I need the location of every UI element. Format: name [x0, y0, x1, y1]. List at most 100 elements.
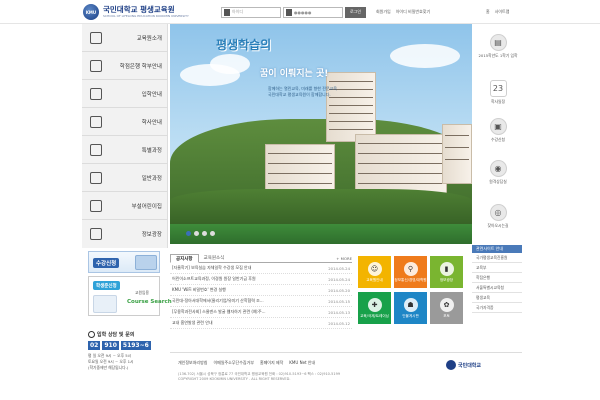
related-site-link[interactable]: 국가자격증: [472, 303, 522, 313]
tower-building: [326, 72, 376, 142]
slide-dot[interactable]: [202, 231, 207, 236]
tab-news[interactable]: 교육원소식: [199, 254, 230, 262]
notice-row[interactable]: [자율학기] 보육실습 자체일학 수강생 모집 안내 2014.05.24: [170, 263, 352, 274]
notice-title: 국민대-정아서대학에서(물리기업/유미기 산학협력 조...: [172, 298, 264, 303]
nav-item-about[interactable]: 교육원소개: [82, 24, 168, 52]
main-building: [355, 134, 447, 194]
tile-intro[interactable]: ☺ 교육원안내: [358, 256, 391, 288]
id-placeholder: 아이디: [232, 9, 244, 14]
id-input[interactable]: 아이디: [221, 6, 281, 18]
phone-title: 입학 상담 및 문의: [97, 332, 135, 338]
student-apply-button[interactable]: 학생준신청: [93, 281, 120, 290]
notice-row[interactable]: 교내 흡연발생 관련 안내 2014.05.12: [170, 318, 352, 329]
slide-dot[interactable]: [210, 231, 215, 236]
logo-subtitle: SCHOOL OF LIFELONG EDUCATION KOOKMIN UNI…: [103, 14, 189, 18]
nav-label: 학사안내: [141, 119, 162, 126]
nav-item-special[interactable]: 특별과정: [82, 136, 168, 164]
slide-indicators: [186, 231, 215, 236]
related-site-link[interactable]: 학점은행: [472, 273, 522, 283]
login-button[interactable]: 로그인: [345, 6, 367, 18]
sitemap-link[interactable]: 사이트맵: [495, 9, 510, 15]
quick-enroll[interactable]: ▣ 수강신청: [477, 118, 519, 142]
right-quick-menu: ▤ 2015학년도 1학기 입학 23 학사일정 ▣ 수강신청 ◉ 원격상담실 ◎ 찾아오…: [477, 24, 519, 244]
copyright-line: COPYRIGHT 2009 KOOKMIN UNIVERSITY . ALL …: [178, 377, 291, 381]
notice-title: 교내 흡연발생 관련 안내: [172, 320, 213, 325]
phone-number[interactable]: 02 910 5193~6: [88, 341, 168, 350]
notice-date: 2014.05.12: [328, 320, 350, 326]
nav-item-general[interactable]: 일반과정: [82, 164, 168, 192]
related-site-link[interactable]: 국가평생교육진흥원: [472, 253, 522, 263]
login-bar: 아이디 ●●●●● 로그인: [221, 6, 367, 18]
tile-photo[interactable]: ✿ 포토: [430, 292, 463, 324]
find-id-link[interactable]: 아이디 비밀번호찾기: [396, 9, 430, 15]
nav-label: 정보광장: [141, 232, 162, 238]
hero-banner[interactable]: 평생학습의 꿈이 이뤄지는 곳! 함께하는 열린교육, 미래를 향한 전문교육 …: [170, 24, 472, 244]
apply-banner[interactable]: 수강신청: [88, 251, 160, 273]
tile-label: 포토: [443, 314, 450, 318]
tile-people-board[interactable]: ☗ 인물게시판: [394, 292, 427, 324]
nav-item-daycare[interactable]: 부설어린이집: [82, 192, 168, 220]
smile-icon: ☺: [367, 262, 382, 276]
notice-title: KMU 'WiFi 비밀번호' 변경 실행: [172, 287, 226, 292]
related-site-link[interactable]: 평생교육: [472, 293, 522, 303]
notice-date: 2014.05.24: [328, 276, 350, 282]
more-link[interactable]: + MORE: [336, 256, 352, 261]
site-credit-link[interactable]: 홈페이지 제작: [260, 360, 283, 366]
phone-part: 5193~6: [120, 341, 151, 350]
books-icon: [90, 115, 102, 128]
tile-edu-intl[interactable]: ✚ 교육/국제/트레이닝: [358, 292, 391, 324]
quick-calendar[interactable]: 23 학사일정: [477, 80, 519, 104]
nav-item-admission[interactable]: 입학안내: [82, 80, 168, 108]
quick-label: 원격상담실: [489, 179, 507, 184]
related-sites: 관련사이트 안내 국가평생교육진흥원 교육부 학점은행 서울특별시교육청 평생교…: [472, 245, 522, 313]
notice-row[interactable]: KMU 'WiFi 비밀번호' 변경 실행 2014.05.20: [170, 285, 352, 296]
left-nav: 교육원소개 학점은행 학부안내 입학안내 학사안내 특별과정 일반과정 부설어린…: [82, 24, 168, 248]
footer-address: (136-702) 서울시 성북구 정릉로 77 국민대학교 평생교육원 전화 …: [178, 372, 340, 382]
privacy-link[interactable]: 개인정보처리방침: [178, 360, 207, 366]
notice-row[interactable]: 어린이소프트교육과정, 이경원 원장 일반기금 후원 2014.05.24: [170, 274, 352, 285]
hero-subtitle: 함께하는 열린교육, 미래를 향한 전문교육 국민대학교 평생교육원이 함께합니…: [268, 86, 337, 98]
quick-admission[interactable]: ▤ 2015학년도 1학기 입학: [477, 34, 519, 58]
nav-item-credit-bank[interactable]: 학점은행 학부안내: [82, 52, 168, 80]
cross-icon: ✚: [367, 298, 382, 312]
notice-date: 2014.05.15: [328, 298, 350, 304]
password-input[interactable]: ●●●●●: [283, 6, 343, 18]
tile-label: 교육원안내: [366, 278, 383, 282]
tab-notice[interactable]: 공지사항: [170, 254, 199, 263]
user-icon: [224, 8, 230, 16]
nav-item-info[interactable]: 정보광장: [82, 220, 168, 248]
quick-consult[interactable]: ◉ 원격상담실: [477, 160, 519, 184]
related-site-link[interactable]: 교육부: [472, 263, 522, 273]
tile-it-business[interactable]: ⚲ 정보통신/경영/대학원: [394, 256, 427, 288]
quick-label: 학사일정: [491, 99, 505, 104]
logo-emblem[interactable]: KMU: [83, 4, 99, 20]
hero-title-2: 꿈이 이뤄지는 곳!: [260, 69, 329, 79]
search-graphic: [93, 295, 117, 313]
phone-note: (학기중에만 해당됩니다.): [88, 365, 129, 370]
nav-item-academic[interactable]: 학사안내: [82, 108, 168, 136]
nav-label: 교육원소개: [136, 35, 162, 42]
slide-dot[interactable]: [186, 231, 191, 236]
apply-label: 수강신청: [93, 258, 120, 268]
notice-row[interactable]: 국민대-정아서대학에서(물리기업/유미기 산학협력 조... 2014.05.15: [170, 296, 352, 307]
laptop-icon: [135, 255, 157, 270]
notice-row[interactable]: [무용학과전사회] 스물덴스 발굴 웹자하기 관련 (예:주... 2014.05…: [170, 307, 352, 318]
related-site-link[interactable]: 서울특별시교육청: [472, 283, 522, 293]
footer-logo[interactable]: 국민대학교: [446, 360, 481, 370]
signup-link[interactable]: 회원가입: [376, 9, 391, 15]
course-search-box[interactable]: 학생준신청 교원임용 Course Search: [88, 276, 172, 316]
flower-icon: ✿: [439, 298, 454, 312]
quick-directions[interactable]: ◎ 찾아오시는길: [477, 204, 519, 228]
tile-info[interactable]: ▮ 정보광장: [430, 256, 463, 288]
kmunet-link[interactable]: KMU Net 안내: [289, 360, 315, 366]
quick-tiles: ☺ 교육원안내 ⚲ 정보통신/경영/대학원 ▮ 정보광장 ✚ 교육/국제/트레이닝 ☗ 인…: [358, 254, 464, 340]
chart-icon: ▮: [439, 262, 454, 276]
pencil-icon: [90, 199, 102, 212]
notice-title: [무용학과전사회] 스물덴스 발굴 웹자하기 관련 (예:주...: [172, 309, 266, 314]
home-link[interactable]: 홈: [486, 9, 490, 15]
email-policy-link[interactable]: 이메일주소무단수집거부: [213, 360, 253, 366]
notice-date: 2014.05.20: [328, 287, 350, 293]
bulb-icon: [90, 228, 102, 240]
cloud: [390, 44, 460, 68]
slide-dot[interactable]: [194, 231, 199, 236]
